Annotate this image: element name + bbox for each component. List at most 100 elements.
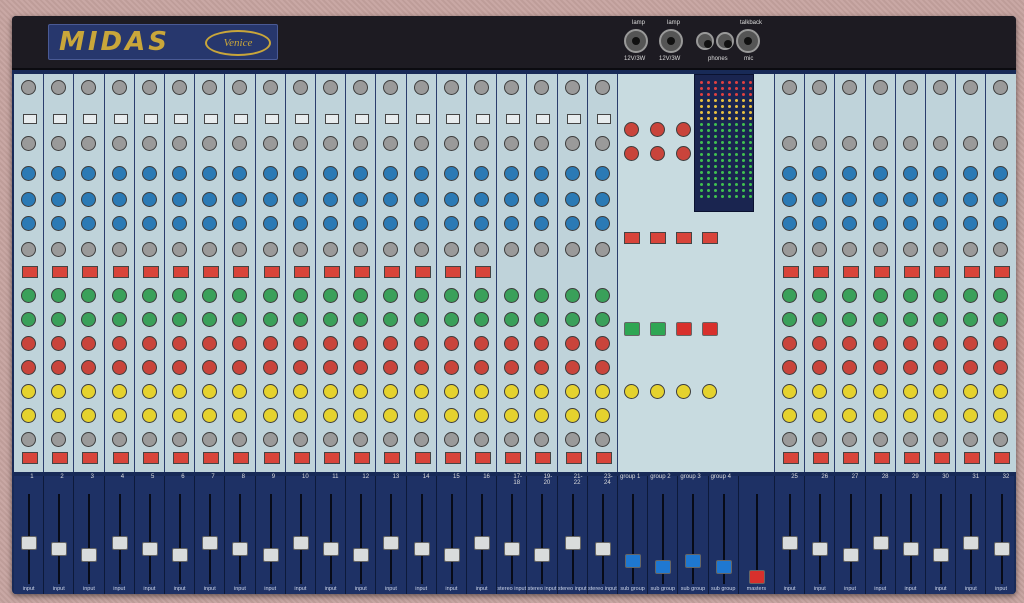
green-knob[interactable] xyxy=(443,288,459,303)
eq-in-button[interactable] xyxy=(52,266,69,278)
master-knob[interactable] xyxy=(624,146,639,161)
mute-button[interactable] xyxy=(535,452,552,464)
channel-button[interactable] xyxy=(294,114,309,124)
master-mute-button[interactable] xyxy=(650,232,666,244)
green-knob[interactable] xyxy=(383,312,399,327)
channel-fader[interactable] xyxy=(902,542,919,556)
grey-knob[interactable] xyxy=(443,242,459,257)
yellow-knob[interactable] xyxy=(292,384,308,399)
channel-button[interactable] xyxy=(476,114,490,124)
blue-knob[interactable] xyxy=(872,166,888,181)
mute-button[interactable] xyxy=(354,452,371,464)
grey-knob[interactable] xyxy=(232,432,248,447)
grey-knob[interactable] xyxy=(21,136,36,151)
green-knob[interactable] xyxy=(594,288,610,303)
yellow-knob[interactable] xyxy=(141,384,157,399)
red-knob[interactable] xyxy=(413,336,429,351)
grey-knob[interactable] xyxy=(842,80,858,95)
red-knob[interactable] xyxy=(993,336,1009,351)
grey-knob[interactable] xyxy=(202,432,218,447)
grey-knob[interactable] xyxy=(111,80,127,95)
grey-knob[interactable] xyxy=(323,136,338,151)
grey-knob[interactable] xyxy=(782,242,798,257)
red-knob[interactable] xyxy=(51,336,67,351)
green-knob[interactable] xyxy=(262,288,278,303)
mute-button[interactable] xyxy=(843,452,860,464)
grey-knob[interactable] xyxy=(141,242,157,257)
channel-button[interactable] xyxy=(53,114,68,124)
master-knob[interactable] xyxy=(650,146,665,161)
green-knob[interactable] xyxy=(81,288,97,303)
talkback-mic-socket[interactable] xyxy=(736,29,760,53)
channel-fader[interactable] xyxy=(782,536,799,550)
grey-knob[interactable] xyxy=(353,432,369,447)
red-knob[interactable] xyxy=(292,360,308,375)
grey-knob[interactable] xyxy=(413,136,429,151)
eq-in-button[interactable] xyxy=(203,266,220,278)
green-knob[interactable] xyxy=(782,288,798,303)
blue-knob[interactable] xyxy=(141,192,157,207)
eq-in-button[interactable] xyxy=(964,266,981,278)
green-knob[interactable] xyxy=(111,312,127,327)
mute-button[interactable] xyxy=(565,452,582,464)
blue-knob[interactable] xyxy=(232,166,248,181)
grey-knob[interactable] xyxy=(81,136,97,151)
channel-fader[interactable] xyxy=(262,548,279,562)
green-knob[interactable] xyxy=(872,312,888,327)
channel-button[interactable] xyxy=(385,114,400,124)
grey-knob[interactable] xyxy=(141,136,157,151)
red-knob[interactable] xyxy=(413,360,429,375)
grey-knob[interactable] xyxy=(812,432,828,447)
blue-knob[interactable] xyxy=(353,166,369,181)
grey-knob[interactable] xyxy=(812,136,828,151)
grey-knob[interactable] xyxy=(383,80,399,95)
channel-fader[interactable] xyxy=(232,542,249,556)
channel-button[interactable] xyxy=(83,114,98,124)
blue-knob[interactable] xyxy=(594,166,610,181)
eq-in-button[interactable] xyxy=(142,266,159,278)
yellow-knob[interactable] xyxy=(474,408,489,423)
master-aux-knob[interactable] xyxy=(650,384,665,399)
green-knob[interactable] xyxy=(232,312,248,327)
blue-knob[interactable] xyxy=(474,192,489,207)
green-knob[interactable] xyxy=(993,288,1009,303)
master-aux-knob[interactable] xyxy=(702,384,717,399)
red-knob[interactable] xyxy=(323,360,338,375)
grey-knob[interactable] xyxy=(353,242,369,257)
yellow-knob[interactable] xyxy=(933,408,949,423)
green-knob[interactable] xyxy=(504,312,520,327)
channel-fader[interactable] xyxy=(993,542,1010,556)
green-knob[interactable] xyxy=(21,288,36,303)
yellow-knob[interactable] xyxy=(872,408,888,423)
green-knob[interactable] xyxy=(292,312,308,327)
subgroup-fader[interactable] xyxy=(625,554,642,568)
mute-button[interactable] xyxy=(233,452,250,464)
blue-knob[interactable] xyxy=(51,166,67,181)
blue-knob[interactable] xyxy=(504,192,520,207)
mute-button[interactable] xyxy=(173,452,189,464)
blue-knob[interactable] xyxy=(842,166,858,181)
green-knob[interactable] xyxy=(902,288,918,303)
grey-knob[interactable] xyxy=(842,242,858,257)
subgroup-fader[interactable] xyxy=(685,554,702,568)
red-knob[interactable] xyxy=(202,360,218,375)
yellow-knob[interactable] xyxy=(172,408,187,423)
blue-knob[interactable] xyxy=(993,216,1009,231)
eq-in-button[interactable] xyxy=(324,266,340,278)
grey-knob[interactable] xyxy=(443,136,459,151)
mute-button[interactable] xyxy=(22,452,38,464)
red-knob[interactable] xyxy=(812,336,828,351)
grey-knob[interactable] xyxy=(933,80,949,95)
eq-in-button[interactable] xyxy=(934,266,951,278)
blue-knob[interactable] xyxy=(564,192,580,207)
grey-knob[interactable] xyxy=(21,242,36,257)
red-knob[interactable] xyxy=(933,336,949,351)
eq-in-button[interactable] xyxy=(783,266,800,278)
yellow-knob[interactable] xyxy=(443,408,459,423)
green-knob[interactable] xyxy=(51,288,67,303)
red-knob[interactable] xyxy=(323,336,338,351)
channel-button[interactable] xyxy=(325,114,339,124)
grey-knob[interactable] xyxy=(933,242,949,257)
yellow-knob[interactable] xyxy=(323,408,338,423)
blue-knob[interactable] xyxy=(842,216,858,231)
